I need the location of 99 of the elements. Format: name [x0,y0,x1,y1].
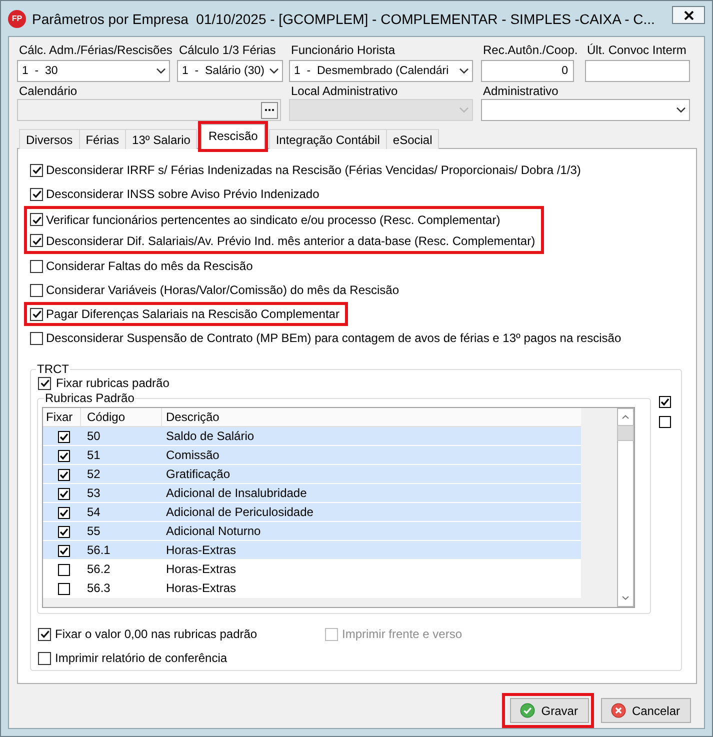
window-title: Parâmetros por Empresa 01/10/2025 - [GCOMPLEM] - COMPLEMENTAR - SIMPLES -CAIXA - C... [32,10,656,26]
dropdown[interactable]: 1 - 30 [17,60,170,82]
field-label: Cálc. Adm./Férias/Rescisões [18,43,170,57]
table-cell-text: 53 [86,485,102,502]
checkbox[interactable] [58,507,70,519]
table-cell-text: Horas-Extras [165,580,238,597]
chevron-up-icon [622,415,629,419]
dropdown[interactable]: 1 - Desmembrado (Calendári [289,60,473,82]
checkbox[interactable] [30,164,43,176]
checkbox[interactable] [38,628,51,640]
check-circle-icon [520,703,536,718]
table-row[interactable]: 50 Saldo de Salário [43,427,581,446]
option-label: Desconsiderar Dif. Salariais/Av. Prévio Ind. mês anterior a data-base (Resc. Complementar) [46,234,536,248]
chevron-down-icon [459,68,469,74]
checkbox[interactable] [30,284,43,296]
field-label: Cálculo 1/3 Férias [178,43,277,57]
tab[interactable]: 13º Salario [125,129,198,149]
option-label: Desconsiderar Suspensão de Contrato (MP BEm) para contagem de avos de férias e 13º pagos na rescisão [46,331,622,345]
tab[interactable]: Férias [78,129,126,149]
checkbox[interactable] [58,564,70,576]
group-title: Rubricas Padrão [44,391,136,405]
table-cell-text: 51 [86,447,102,464]
checkbox[interactable] [58,583,70,595]
option-label: Fixar rubricas padrão [56,376,170,390]
checkbox[interactable] [30,213,43,226]
field-label: Local Administrativo [290,84,399,98]
chevron-down-icon [269,68,279,74]
column-header[interactable]: Descrição [162,408,581,426]
app-logo: FP [8,10,26,28]
option-label: Considerar Faltas do mês da Rescisão [46,259,253,273]
table-cell-text: Gratificação [165,466,232,483]
table-cell-text: 54 [86,504,102,521]
chevron-down-icon [156,68,166,74]
table-cell-text: 56.2 [86,561,112,578]
table-row[interactable]: 55 Adicional Noturno [43,522,581,541]
button[interactable]: Gravar [510,698,589,723]
scroll-thumb[interactable] [617,425,634,441]
checkbox[interactable] [30,332,43,344]
tab[interactable]: Diversos [19,129,80,149]
option-label: Desconsiderar INSS sobre Aviso Prévio Indenizado [46,187,320,201]
option-label: Imprimir relatório de conferência [55,651,228,665]
table-cell-text: 50 [86,428,102,445]
number-field[interactable]: 0 [481,60,574,82]
table-row[interactable]: 52 Gratificação [43,465,581,484]
field-label: Administrativo [482,84,560,98]
scrollbar[interactable] [617,408,634,607]
text-field[interactable] [585,60,690,82]
x-circle-icon [610,703,626,718]
checkbox[interactable] [58,450,70,462]
chevron-down-icon [459,107,469,113]
checkbox[interactable] [30,260,43,272]
close-button[interactable] [672,6,705,24]
tab[interactable]: Integração Contábil [268,129,387,149]
checkbox[interactable] [30,188,43,200]
checkbox[interactable] [58,469,70,481]
table-cell-text: 56.1 [86,542,112,559]
option-label: Considerar Variáveis (Horas/Valor/Comissão) do mês da Rescisão [46,283,400,297]
table-row[interactable]: 56.1 Horas-Extras [43,541,581,560]
table-cell-text: Comissão [165,447,220,464]
tab[interactable]: eSocial [386,129,440,149]
option-label: Verificar funcionários pertencentes ao sindicato e/ou processo (Resc. Complementar) [46,212,500,226]
checkbox[interactable] [30,308,43,320]
table-cell-text: 55 [86,523,102,540]
table-cell-text: Adicional Noturno [165,523,262,540]
checkbox[interactable] [58,488,70,500]
checkbox[interactable] [58,545,70,557]
group-title: TRCT [36,362,70,376]
checkbox[interactable] [38,376,51,390]
checkbox[interactable] [30,234,43,247]
table-cell-text: Adicional de Periculosidade [165,504,314,521]
dropdown[interactable]: 1 - Salário (30) [177,60,283,82]
table-cell-text: 52 [86,466,102,483]
field-label: Últ. Convoc Interm [586,43,688,57]
table-cell-text: Adicional de Insalubridade [165,485,308,502]
field-label: Funcionário Horista [290,43,396,57]
table-cell-text: Saldo de Salário [165,428,256,445]
table-row[interactable]: 54 Adicional de Periculosidade [43,503,581,522]
table-row[interactable]: 51 Comissão [43,446,581,465]
column-header[interactable]: Código [81,408,162,426]
table-row[interactable]: 53 Adicional de Insalubridade [43,484,581,503]
table-cell-text: Horas-Extras [165,561,238,578]
close-icon [684,10,694,20]
table-cell-text: Horas-Extras [165,542,238,559]
chevron-down-icon [676,107,686,113]
checkbox[interactable] [659,396,671,408]
option-label: Imprimir frente e verso [342,627,462,641]
checkbox[interactable] [58,526,70,538]
tab[interactable]: Rescisão [201,124,265,149]
option-label: Pagar Diferenças Salariais na Rescisão Complementar [46,307,340,321]
option-label: Fixar o valor 0,00 nas rubricas padrão [55,627,258,641]
checkbox[interactable] [58,431,70,443]
checkbox[interactable] [38,652,51,664]
field-label: Calendário [18,84,78,98]
checkbox[interactable] [659,416,671,428]
option-label: Desconsiderar IRRF s/ Férias Indenizadas na Rescisão (Férias Vencidas/ Proporcionais/ Dobra /1/3) [46,163,581,177]
column-header[interactable]: Fixar [43,408,81,426]
chevron-down-icon [622,596,629,600]
button[interactable]: Cancelar [600,698,691,723]
table-cell-text: 56.3 [86,580,112,597]
